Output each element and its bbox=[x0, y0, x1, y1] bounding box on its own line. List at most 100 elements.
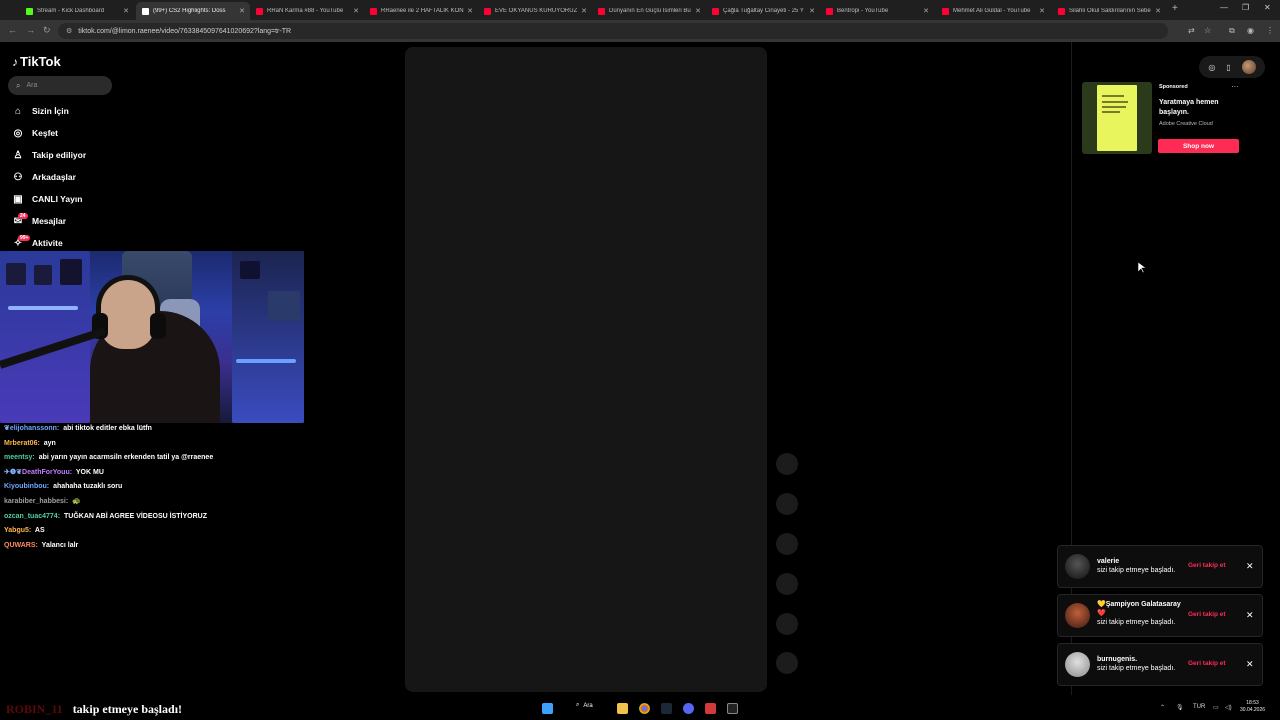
close-icon[interactable]: ✕ bbox=[1246, 561, 1254, 572]
app-icon[interactable] bbox=[705, 703, 716, 714]
chat-username: elijohanssonn: bbox=[9, 425, 60, 432]
video-player[interactable] bbox=[405, 47, 767, 692]
follower-name[interactable]: valerie bbox=[1097, 557, 1187, 566]
chrome-icon[interactable] bbox=[639, 703, 650, 714]
search-icon: ⌕ bbox=[16, 80, 21, 90]
save-button[interactable] bbox=[776, 533, 798, 555]
tab-close-icon[interactable]: ✕ bbox=[921, 7, 931, 15]
file-explorer-icon[interactable] bbox=[617, 703, 628, 714]
tab-close-icon[interactable]: ✕ bbox=[351, 7, 361, 15]
user-avatar[interactable] bbox=[1241, 60, 1256, 74]
shelf-light bbox=[8, 306, 78, 310]
follow-notification[interactable]: valerie sizi takip etmeye başladı. Geri ta… bbox=[1057, 545, 1263, 588]
comment-button[interactable] bbox=[776, 493, 798, 515]
steam-icon[interactable] bbox=[661, 703, 672, 714]
tab-close-icon[interactable]: ✕ bbox=[807, 7, 817, 15]
avatar[interactable] bbox=[1065, 603, 1090, 628]
figure-2 bbox=[34, 265, 52, 285]
tab-close-icon[interactable]: ✕ bbox=[465, 7, 475, 15]
tab-close-icon[interactable]: ✕ bbox=[1153, 7, 1163, 15]
discord-icon[interactable] bbox=[683, 703, 694, 714]
system-clock[interactable]: 18:53 30.04.2026 bbox=[1240, 700, 1265, 714]
ad-more-options-icon[interactable]: ··· bbox=[1231, 82, 1239, 91]
tab-close-icon[interactable]: ✕ bbox=[579, 7, 589, 15]
avatar[interactable] bbox=[1065, 554, 1090, 579]
like-button[interactable] bbox=[776, 453, 798, 475]
tab-close-icon[interactable]: ✕ bbox=[121, 7, 131, 15]
coins-icon[interactable]: ◎ bbox=[1208, 63, 1215, 72]
close-window-button[interactable]: ✕ bbox=[1264, 3, 1271, 12]
sidebar-item[interactable]: ✉ 24 Mesajlar bbox=[10, 212, 66, 230]
close-icon[interactable]: ✕ bbox=[1246, 659, 1254, 670]
search-input[interactable]: ⌕ Ara bbox=[8, 76, 112, 95]
sound-button[interactable] bbox=[776, 652, 798, 674]
follow-back-button[interactable]: Geri takip et bbox=[1188, 611, 1226, 618]
menu-icon[interactable]: ⋮ bbox=[1266, 26, 1274, 35]
browser-tab[interactable]: Silahlı Okul Saldırılarının Sebe ✕ bbox=[1052, 2, 1166, 20]
new-tab-button[interactable]: + bbox=[1172, 3, 1178, 14]
home-icon: ⌂ bbox=[14, 105, 22, 117]
reload-button[interactable]: ↻ bbox=[43, 25, 51, 36]
browser-tab[interactable]: Mehmet Ali Güldal - YouTube ✕ bbox=[936, 2, 1050, 20]
live-icon: ▣ bbox=[13, 193, 23, 205]
browser-tab[interactable]: EVE OKYANUS KURUYORUZ (l ✕ bbox=[478, 2, 592, 20]
follow-back-button[interactable]: Geri takip et bbox=[1188, 660, 1226, 667]
sidebar-item[interactable]: ⚇ Arkadaşlar bbox=[10, 168, 76, 186]
minimize-button[interactable]: — bbox=[1220, 3, 1228, 12]
repost-button[interactable] bbox=[776, 613, 798, 635]
tab-close-icon[interactable]: ✕ bbox=[693, 7, 703, 15]
browser-tab[interactable]: (99+) CS2 Highlights: Doss ✕ bbox=[136, 2, 250, 20]
avatar[interactable] bbox=[1065, 652, 1090, 677]
chat-badges: ❦ bbox=[4, 425, 10, 432]
tray-chevron-icon[interactable]: ⌃ bbox=[1160, 704, 1165, 711]
browser-tab[interactable]: RRaN Karma #88 - YouTube ✕ bbox=[250, 2, 364, 20]
follow-notification[interactable]: 💛Şampiyon Galatasaray ❤️ sizi takip etmey… bbox=[1057, 594, 1263, 637]
browser-tab[interactable]: RRaenee ile 2 HAFTALIK KON ✕ bbox=[364, 2, 478, 20]
app-icon-2[interactable] bbox=[727, 703, 738, 714]
follow-back-button[interactable]: Geri takip et bbox=[1188, 562, 1226, 569]
tab-close-icon[interactable]: ✕ bbox=[237, 7, 247, 15]
sidebar-item[interactable]: ▣ CANLI Yayın bbox=[10, 190, 82, 208]
bookmark-star-icon[interactable]: ☆ bbox=[1204, 26, 1211, 35]
browser-tab[interactable]: Çağla Tuğaltay Cinayeti - 25 Y ✕ bbox=[706, 2, 820, 20]
browser-tab[interactable]: Bentropi - YouTube ✕ bbox=[820, 2, 934, 20]
url-field[interactable]: ⚙ tiktok.com/@limon.raenee/video/7633845… bbox=[58, 23, 1168, 39]
network-icon[interactable]: ▭ bbox=[1213, 704, 1219, 711]
windows-start-icon[interactable] bbox=[542, 703, 553, 714]
close-icon[interactable]: ✕ bbox=[1246, 610, 1254, 621]
forward-button[interactable]: → bbox=[26, 25, 35, 35]
share-button[interactable] bbox=[776, 573, 798, 595]
microphone-icon[interactable]: 🎙 bbox=[1176, 704, 1184, 711]
tiktok-logo[interactable]: ♪ TikTok bbox=[12, 54, 61, 69]
maximize-button[interactable]: ❐ bbox=[1242, 3, 1249, 12]
chat-username: ozcan_tuac4774: bbox=[4, 512, 61, 520]
taskbar-search[interactable]: ⌕ Ara bbox=[576, 702, 593, 709]
profile-icon[interactable]: ◉ bbox=[1247, 26, 1254, 35]
tab-title: Stream - Kick Dashboard bbox=[37, 8, 105, 14]
chat-username: Yabgu5: bbox=[4, 527, 32, 535]
translate-icon[interactable]: ⇄ bbox=[1188, 26, 1195, 35]
shop-now-button[interactable]: Shop now bbox=[1158, 139, 1239, 153]
chat-message: ozcan_tuac4774: TUĞKAN ABİ AGREE VİDEOSU… bbox=[4, 510, 304, 525]
site-info-icon[interactable]: ⚙ bbox=[66, 27, 72, 35]
tiktok-logo-text: TikTok bbox=[20, 54, 61, 69]
follower-name[interactable]: burnugenis. bbox=[1097, 655, 1187, 664]
back-button[interactable]: ← bbox=[8, 25, 17, 35]
browser-tab[interactable]: Stream - Kick Dashboard ✕ bbox=[20, 2, 134, 20]
figure-3 bbox=[60, 259, 82, 285]
volume-icon[interactable]: ◁) bbox=[1225, 704, 1232, 711]
tab-close-icon[interactable]: ✕ bbox=[1037, 7, 1047, 15]
follower-name[interactable]: 💛Şampiyon Galatasaray ❤️ bbox=[1097, 600, 1187, 618]
browser-tab[interactable]: Dünyanın En Güçlü İsimleri Bu ✕ bbox=[592, 2, 706, 20]
sidebar-item[interactable]: ⌂ Sizin İçin bbox=[10, 102, 69, 120]
sidebar-item[interactable]: ♙ Takip ediliyor bbox=[10, 146, 87, 164]
ad-image[interactable] bbox=[1082, 82, 1152, 154]
device-icon[interactable]: ▯ bbox=[1226, 63, 1230, 72]
sidebar-item[interactable]: ◎ Keşfet bbox=[10, 124, 58, 142]
ad-subtitle: Adobe Creative Cloud bbox=[1159, 121, 1213, 127]
language-indicator[interactable]: TUR bbox=[1193, 704, 1205, 710]
sidebar-item[interactable]: ✧ 99+ Aktivite bbox=[10, 234, 63, 252]
sponsored-ad[interactable]: Sponsored ··· Yaratmaya hemen başlayın. … bbox=[1082, 82, 1242, 156]
extensions-icon[interactable]: ⧉ bbox=[1229, 26, 1235, 36]
follow-notification[interactable]: burnugenis. sizi takip etmeye başladı. Ger… bbox=[1057, 643, 1263, 686]
